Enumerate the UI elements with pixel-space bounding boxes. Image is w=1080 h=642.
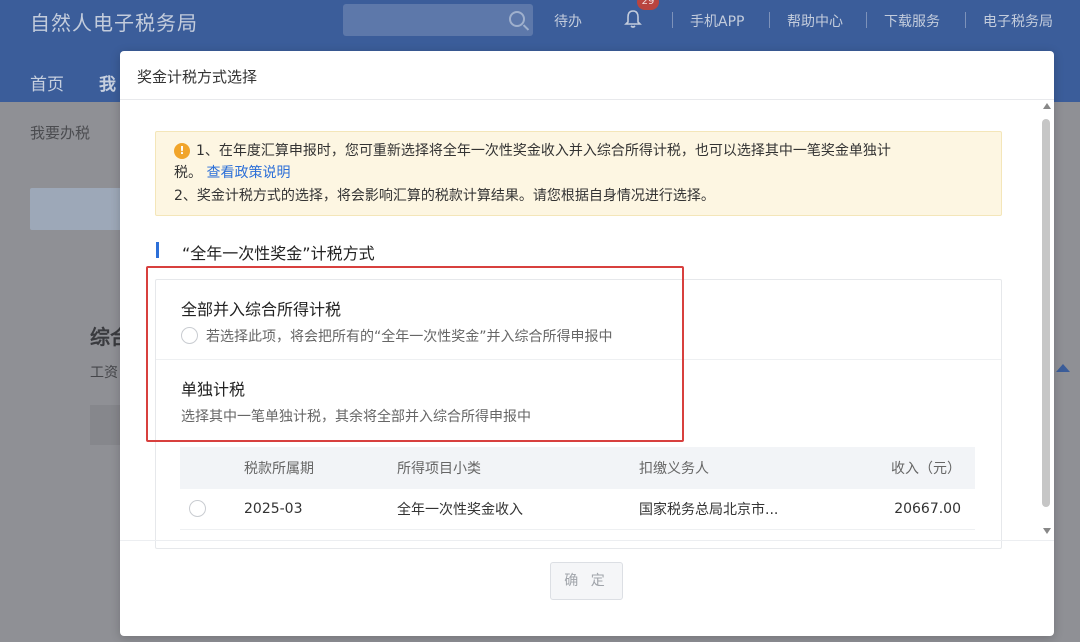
table-cell: 国家税务总局北京市... (639, 489, 845, 530)
nav-home[interactable]: 首页 (30, 70, 64, 95)
breadcrumb[interactable]: 我要办税 (30, 122, 90, 143)
footer-divider (120, 540, 1054, 541)
warning-icon: ! (174, 143, 190, 159)
row-radio[interactable] (189, 500, 206, 518)
notice-line-2-text: 税。 (174, 165, 202, 181)
search-icon[interactable] (509, 11, 525, 27)
download-link[interactable]: 下载服务 (884, 11, 940, 31)
search-input[interactable] (343, 4, 533, 36)
table-cell: 全年一次性奖金收入 (397, 489, 639, 530)
policy-link[interactable]: 查看政策说明 (206, 165, 290, 181)
bell-icon[interactable] (624, 9, 642, 29)
table-header: 税款所属期 (244, 447, 397, 489)
table-header-row: 税款所属期 所得项目小类 扣缴义务人 收入（元） (180, 447, 975, 489)
modal-header: 奖金计税方式选择 (120, 51, 1054, 100)
table-cell: 20667.00 (845, 489, 975, 530)
highlight-frame (146, 266, 684, 442)
scroll-down-icon[interactable] (1043, 528, 1051, 534)
table-header: 所得项目小类 (397, 447, 639, 489)
divider (965, 12, 966, 28)
help-center-link[interactable]: 帮助中心 (787, 11, 843, 31)
background-label: 工资 (90, 365, 118, 381)
notice-line-2: 税。 查看政策说明 (174, 162, 290, 184)
scrollbar[interactable] (1041, 103, 1052, 540)
divider (866, 12, 867, 28)
scroll-up-icon[interactable] (1043, 103, 1051, 109)
modal-title: 奖金计税方式选择 (137, 68, 258, 86)
app-title: 自然人电子税务局 (30, 11, 198, 35)
table-cell: 2025-03 (244, 489, 397, 530)
table-row[interactable]: 2025-03 全年一次性奖金收入 国家税务总局北京市... 20667.00 (180, 489, 975, 530)
nav-mine[interactable]: 我 (99, 70, 116, 95)
bonus-tax-modal: 奖金计税方式选择 ! 1、在年度汇算申报时，您可重新选择将全年一次性奖金收入并入… (120, 51, 1054, 636)
table-header: 扣缴义务人 (639, 447, 845, 489)
notice-line-3: 2、奖金计税方式的选择，将会影响汇算的税款计算结果。请您根据自身情况进行选择。 (174, 188, 715, 204)
scroll-thumb[interactable] (1042, 119, 1050, 507)
section-title: “全年一次性奖金”计税方式 (182, 244, 375, 263)
table-header: 收入（元） (845, 447, 975, 489)
notification-badge: 29 (637, 0, 659, 10)
notice-box: ! 1、在年度汇算申报时，您可重新选择将全年一次性奖金收入并入综合所得计税，也可… (155, 131, 1002, 216)
todo-link[interactable]: 待办 (554, 11, 582, 31)
section-marker (156, 242, 159, 258)
etax-link[interactable]: 电子税务局 (983, 11, 1053, 31)
table-cell (180, 489, 244, 530)
confirm-button[interactable]: 确 定 (550, 562, 623, 600)
divider (672, 12, 673, 28)
table-header (180, 447, 244, 489)
mobile-app-link[interactable]: 手机APP (690, 11, 744, 31)
caret-up-icon[interactable] (1056, 364, 1070, 372)
divider (769, 12, 770, 28)
notice-line-1: 1、在年度汇算申报时，您可重新选择将全年一次性奖金收入并入综合所得计税，也可以选… (196, 143, 891, 159)
top-bar: 自然人电子税务局 待办 29 手机APP 帮助中心 下载服务 电子税务局 (0, 0, 1080, 44)
bonus-table: 税款所属期 所得项目小类 扣缴义务人 收入（元） 2025-03 全年一次性奖金… (180, 447, 975, 530)
